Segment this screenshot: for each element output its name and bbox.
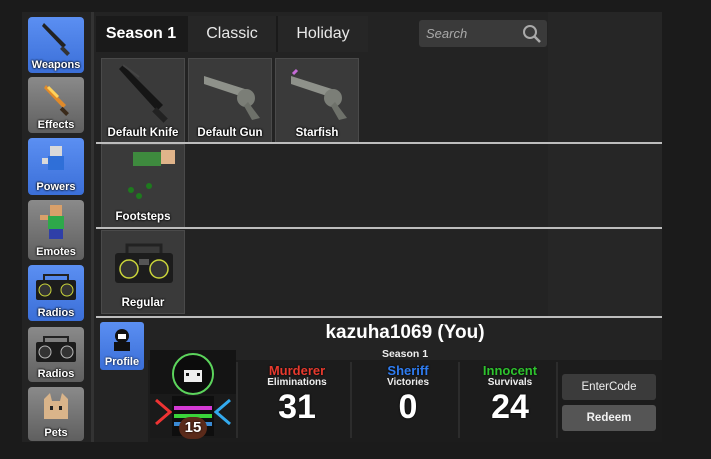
redeem-button[interactable]: Redeem — [562, 405, 656, 431]
sidebar-item-label: Powers — [36, 181, 76, 193]
item-default-gun[interactable]: Default Gun — [188, 58, 272, 144]
tab-classic[interactable]: Classic — [186, 16, 276, 52]
item-footsteps[interactable]: Footsteps — [101, 144, 185, 228]
sidebar-item-label: Effects — [37, 119, 75, 131]
item-name: Default Gun — [197, 127, 263, 139]
tab-label: Classic — [206, 25, 258, 42]
enter-code-label: EnterCode — [581, 381, 637, 393]
item-default-knife[interactable]: Default Knife — [101, 58, 185, 144]
stat-role: Sheriff — [387, 363, 429, 378]
enter-code-input[interactable]: EnterCode — [562, 374, 656, 400]
tab-season-1[interactable]: Season 1 — [96, 16, 186, 52]
profile-button-label: Profile — [104, 356, 140, 368]
sidebar-item-pets[interactable]: Pets — [28, 387, 84, 441]
sidebar-item-radios[interactable]: Radios — [28, 265, 84, 321]
stat-subtitle: Eliminations — [267, 377, 327, 388]
boombox-icon — [28, 265, 84, 309]
revolver-icon — [189, 59, 271, 125]
search-input[interactable]: Search — [419, 20, 547, 47]
stat-value: 24 — [491, 388, 529, 426]
stat-murderer: Murderer Eliminations 31 — [243, 364, 351, 426]
tab-label: Season 1 — [105, 25, 177, 42]
stat-divider — [350, 362, 352, 438]
search-placeholder: Search — [426, 26, 468, 41]
stat-subtitle: Victories — [386, 377, 430, 388]
tab-label: Holiday — [296, 25, 350, 42]
sidebar-item-radios-2[interactable]: Radios — [28, 327, 84, 382]
level-badge: 15 — [179, 417, 207, 439]
item-name: Regular — [121, 297, 165, 309]
inventory-side-area — [548, 12, 662, 317]
sidebar-divider — [91, 12, 94, 442]
knife-icon — [102, 59, 184, 125]
stat-divider — [556, 362, 558, 438]
sidebar-item-emotes[interactable]: Emotes — [28, 200, 84, 260]
redeem-label: Redeem — [586, 412, 632, 424]
sidebar-item-label: Pets — [44, 427, 68, 439]
stat-value: 0 — [398, 388, 418, 426]
knife-icon — [28, 17, 84, 61]
footsteps-avatar-icon — [102, 145, 184, 211]
sidebar-item-effects[interactable]: Effects — [28, 77, 84, 133]
item-regular-radio[interactable]: Regular — [101, 230, 185, 314]
item-starfish[interactable]: Starfish — [275, 58, 359, 144]
starfish-revolver-icon — [276, 59, 358, 125]
sidebar-item-label: Emotes — [36, 246, 76, 258]
stat-divider — [236, 362, 238, 438]
stat-role: Murderer — [268, 363, 326, 378]
stat-role: Innocent — [482, 363, 538, 378]
stat-subtitle: Survivals — [487, 377, 533, 388]
sidebar-item-weapons[interactable]: Weapons — [28, 17, 84, 73]
item-name: Starfish — [295, 127, 339, 139]
running-avatar-icon — [28, 138, 84, 182]
profile-avatar-icon — [108, 325, 136, 358]
flame-knife-icon — [28, 77, 84, 121]
boombox-icon — [28, 327, 84, 371]
sidebar-item-label: Radios — [37, 307, 75, 319]
stat-value: 31 — [278, 388, 316, 426]
search-icon[interactable] — [521, 23, 543, 50]
emote-avatar-icon — [28, 200, 84, 244]
username: kazuha1069 (You) — [325, 322, 485, 343]
boombox-icon — [102, 231, 184, 297]
item-name: Default Knife — [107, 127, 179, 139]
sidebar-item-powers[interactable]: Powers — [28, 138, 84, 195]
sidebar-item-label: Radios — [37, 368, 75, 380]
row-divider — [96, 316, 662, 318]
tab-holiday[interactable]: Holiday — [276, 16, 368, 52]
stat-sheriff: Sheriff Victories 0 — [354, 364, 462, 426]
stat-innocent: Innocent Survivals 24 — [456, 364, 564, 426]
sidebar-item-label: Weapons — [31, 59, 81, 71]
cat-pet-icon — [28, 387, 84, 431]
profile-button[interactable]: Profile — [100, 322, 144, 370]
item-name: Footsteps — [115, 211, 171, 223]
row-divider — [96, 227, 662, 229]
